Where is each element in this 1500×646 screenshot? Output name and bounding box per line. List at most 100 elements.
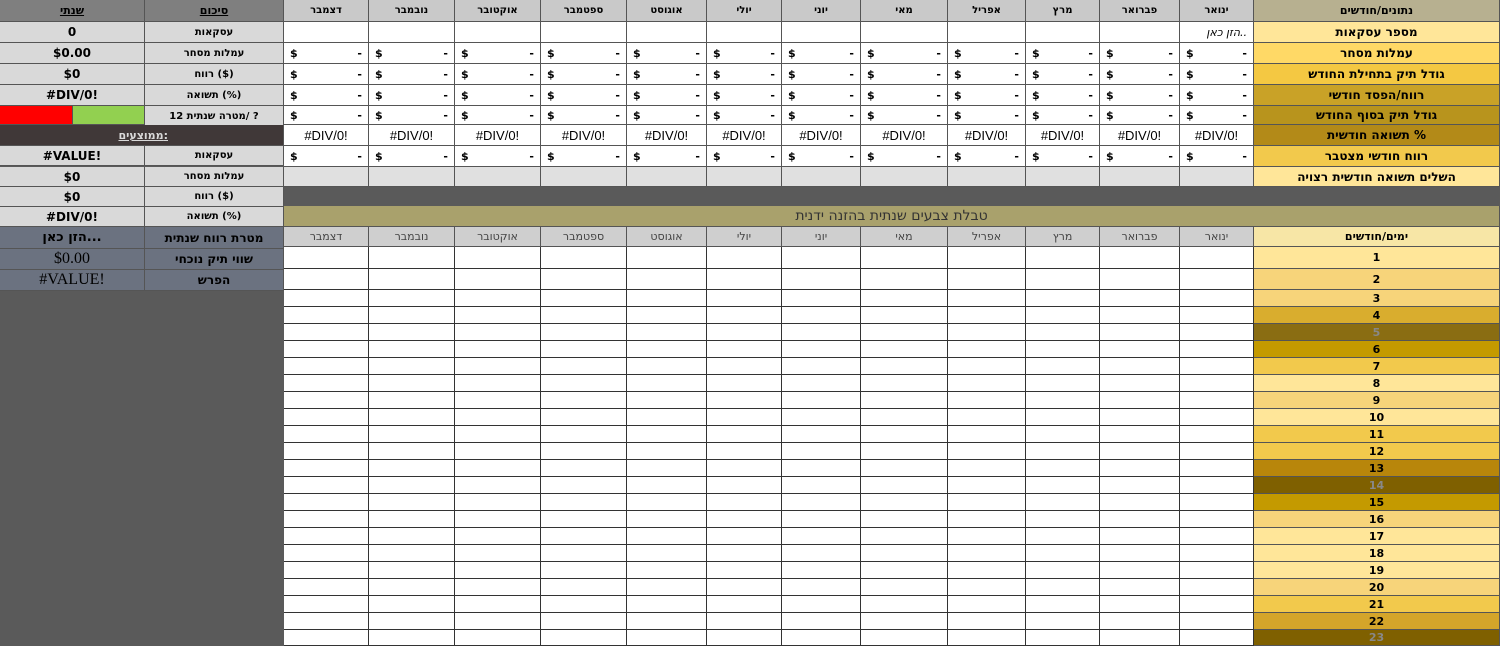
color-grid-cell[interactable] (861, 511, 948, 528)
color-grid-cell[interactable] (948, 613, 1026, 630)
color-grid-cell[interactable] (541, 324, 627, 341)
color-grid-cell[interactable] (782, 341, 861, 358)
color-grid-cell[interactable] (284, 511, 369, 528)
color-grid-cell[interactable] (782, 511, 861, 528)
money-cell[interactable]: $ - (284, 85, 369, 106)
color-grid-cell[interactable] (782, 392, 861, 409)
color-grid-cell[interactable] (948, 443, 1026, 460)
color-grid-cell[interactable] (948, 477, 1026, 494)
color-grid-cell[interactable] (541, 269, 627, 290)
color-grid-cell[interactable] (861, 494, 948, 511)
color-grid-cell[interactable] (782, 290, 861, 307)
money-cell[interactable]: $ - (707, 146, 782, 167)
money-cell[interactable]: $ - (782, 106, 861, 125)
color-grid-cell[interactable] (369, 613, 455, 630)
color-grid-cell[interactable] (782, 307, 861, 324)
monthly-yield-cell[interactable]: #DIV/0! (455, 125, 541, 146)
monthly-yield-cell[interactable]: #DIV/0! (707, 125, 782, 146)
color-grid-cell[interactable] (455, 358, 541, 375)
color-grid-cell[interactable] (627, 528, 707, 545)
color-grid-cell[interactable] (707, 494, 782, 511)
color-grid-cell[interactable] (948, 562, 1026, 579)
monthly-yield-cell[interactable]: #DIV/0! (1100, 125, 1180, 146)
color-grid-cell[interactable] (369, 545, 455, 562)
color-grid-cell[interactable] (1100, 630, 1180, 646)
color-grid-cell[interactable] (369, 290, 455, 307)
color-grid-cell[interactable] (1026, 269, 1100, 290)
monthly-yield-cell[interactable]: #DIV/0! (541, 125, 627, 146)
money-cell[interactable]: $ - (1180, 43, 1254, 64)
money-cell[interactable]: $ - (284, 146, 369, 167)
color-grid-cell[interactable] (1100, 562, 1180, 579)
color-grid-cell[interactable] (1026, 307, 1100, 324)
color-grid-cell[interactable] (541, 247, 627, 269)
money-cell[interactable]: $ - (1100, 64, 1180, 85)
money-cell[interactable]: $ - (707, 85, 782, 106)
color-grid-cell[interactable] (369, 324, 455, 341)
color-grid-cell[interactable] (707, 477, 782, 494)
avg-value-4[interactable]: #DIV/0! (0, 207, 145, 227)
money-cell[interactable]: $ - (948, 64, 1026, 85)
color-grid-cell[interactable] (1100, 290, 1180, 307)
color-grid-cell[interactable] (1100, 269, 1180, 290)
color-grid-cell[interactable] (1180, 269, 1254, 290)
color-grid-cell[interactable] (1100, 358, 1180, 375)
money-cell[interactable]: $ - (1180, 85, 1254, 106)
color-grid-cell[interactable] (627, 358, 707, 375)
color-grid-cell[interactable] (541, 341, 627, 358)
money-cell[interactable]: $ - (1026, 106, 1100, 125)
color-grid-cell[interactable] (861, 596, 948, 613)
color-grid-cell[interactable] (284, 613, 369, 630)
color-grid-cell[interactable] (1026, 358, 1100, 375)
color-grid-cell[interactable] (541, 579, 627, 596)
color-grid-cell[interactable] (782, 460, 861, 477)
color-grid-cell[interactable] (627, 545, 707, 562)
color-grid-cell[interactable] (369, 307, 455, 324)
monthly-yield-cell[interactable]: #DIV/0! (284, 125, 369, 146)
summary-value-3[interactable]: $0 (0, 64, 145, 85)
money-cell[interactable]: $ - (455, 43, 541, 64)
money-cell[interactable]: $ - (861, 43, 948, 64)
color-grid-cell[interactable] (1180, 443, 1254, 460)
color-grid-cell[interactable] (782, 409, 861, 426)
color-grid-cell[interactable] (861, 630, 948, 646)
color-grid-cell[interactable] (707, 528, 782, 545)
color-grid-cell[interactable] (1026, 562, 1100, 579)
color-grid-cell[interactable] (541, 375, 627, 392)
color-grid-cell[interactable] (948, 290, 1026, 307)
money-cell[interactable]: $ - (284, 64, 369, 85)
color-grid-cell[interactable] (627, 341, 707, 358)
color-grid-cell[interactable] (1100, 545, 1180, 562)
color-grid-cell[interactable] (284, 307, 369, 324)
color-grid-cell[interactable] (1026, 613, 1100, 630)
color-grid-cell[interactable] (1026, 494, 1100, 511)
color-grid-cell[interactable] (1026, 579, 1100, 596)
color-grid-cell[interactable] (284, 358, 369, 375)
color-grid-cell[interactable] (707, 613, 782, 630)
color-grid-cell[interactable] (1100, 324, 1180, 341)
color-grid-cell[interactable] (1180, 562, 1254, 579)
goal-check-cell[interactable] (1180, 167, 1254, 187)
color-grid-cell[interactable] (1026, 392, 1100, 409)
color-grid-cell[interactable] (948, 460, 1026, 477)
money-cell[interactable]: $ - (284, 106, 369, 125)
color-grid-cell[interactable] (455, 269, 541, 290)
color-grid-cell[interactable] (1180, 579, 1254, 596)
color-grid-cell[interactable] (1180, 392, 1254, 409)
goal-check-cell[interactable] (455, 167, 541, 187)
color-grid-cell[interactable] (1100, 426, 1180, 443)
trades-input[interactable] (861, 22, 948, 43)
goal-check-cell[interactable] (1026, 167, 1100, 187)
color-grid-cell[interactable] (1100, 375, 1180, 392)
color-grid-cell[interactable] (284, 460, 369, 477)
color-grid-cell[interactable] (861, 358, 948, 375)
color-grid-cell[interactable] (284, 579, 369, 596)
avg-value-1[interactable]: #VALUE! (0, 146, 145, 166)
color-grid-cell[interactable] (455, 630, 541, 646)
color-grid-cell[interactable] (861, 324, 948, 341)
color-grid-cell[interactable] (707, 307, 782, 324)
color-grid-cell[interactable] (782, 375, 861, 392)
monthly-yield-cell[interactable]: #DIV/0! (782, 125, 861, 146)
money-cell[interactable]: $ - (948, 146, 1026, 167)
color-grid-cell[interactable] (707, 545, 782, 562)
